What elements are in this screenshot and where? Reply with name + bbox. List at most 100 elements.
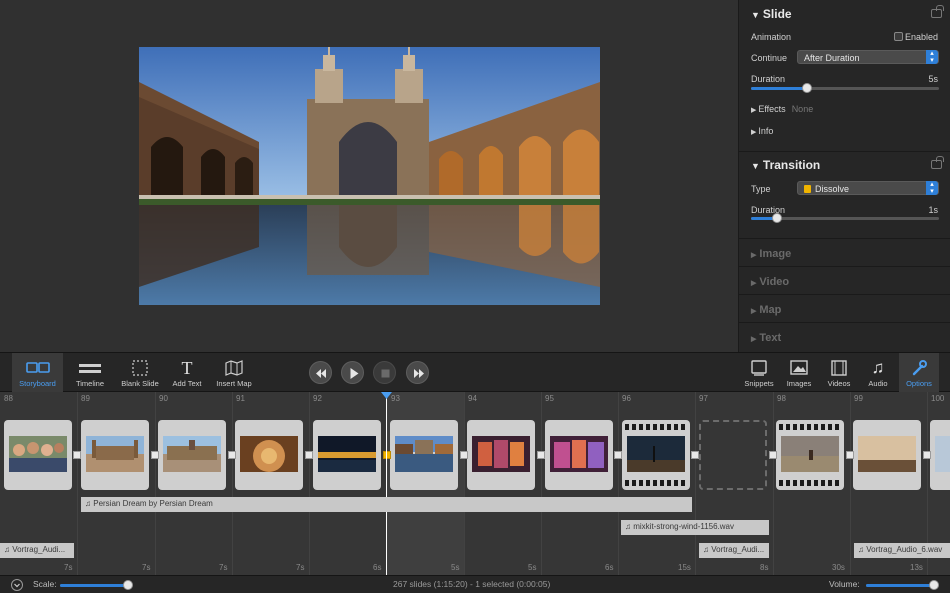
stop-button[interactable] bbox=[373, 361, 396, 384]
tick-line bbox=[773, 392, 774, 575]
disclosure-right-icon: ▶ bbox=[751, 252, 757, 259]
audio-button[interactable]: ♫ Audio bbox=[860, 353, 896, 392]
slide-99[interactable] bbox=[853, 420, 921, 490]
audio-track-vortrag[interactable]: ♫ Vortrag_Audio_6.wav bbox=[854, 543, 950, 558]
storyboard-timeline[interactable]: 88 89 90 91 92 93 94 95 96 97 98 99 100 bbox=[0, 392, 950, 575]
transition-type-value: Dissolve bbox=[815, 184, 850, 194]
timeline-button[interactable]: Timeline bbox=[68, 353, 112, 392]
storyboard-button[interactable]: Storyboard bbox=[12, 353, 63, 392]
transition-marker[interactable] bbox=[537, 451, 545, 459]
slide-94[interactable] bbox=[467, 420, 535, 490]
audio-track-vortrag[interactable]: ♫ Vortrag_Audi... bbox=[699, 543, 769, 558]
timeline-icon bbox=[79, 364, 101, 373]
transition-type-popup[interactable]: Dissolve ▴ ▾ bbox=[797, 181, 939, 195]
scale-slider-knob[interactable] bbox=[123, 580, 133, 590]
transition-marker[interactable] bbox=[846, 451, 854, 459]
slide-duration-value: 5s bbox=[928, 74, 938, 84]
ruler-number: 99 bbox=[854, 394, 863, 403]
slide-duration-label: 6s bbox=[373, 563, 382, 572]
transition-marker[interactable] bbox=[305, 451, 313, 459]
transition-marker[interactable] bbox=[691, 451, 699, 459]
options-button[interactable]: Options bbox=[899, 353, 939, 392]
slide-92[interactable] bbox=[313, 420, 381, 490]
slide-duration-slider[interactable] bbox=[751, 83, 939, 93]
enabled-checkbox[interactable] bbox=[894, 32, 903, 41]
snippets-button[interactable]: Snippets bbox=[740, 353, 778, 392]
scale-slider[interactable] bbox=[60, 580, 133, 590]
audio-track-main[interactable]: ♫ Persian Dream by Persian Dream bbox=[81, 497, 692, 512]
transition-marker[interactable] bbox=[228, 451, 236, 459]
status-bar: Scale: 267 slides (1:15:20) - 1 selected… bbox=[0, 575, 950, 593]
slide-section-header[interactable]: ▼ Slide bbox=[751, 7, 792, 21]
slide-97-blank[interactable] bbox=[699, 420, 767, 490]
slide-duration-label: 30s bbox=[832, 563, 845, 572]
fast-forward-button[interactable] bbox=[406, 361, 429, 384]
slide-93-selected[interactable] bbox=[390, 420, 458, 490]
image-section-title: Image bbox=[759, 248, 792, 260]
add-text-button[interactable]: T Add Text bbox=[168, 353, 206, 392]
insert-map-button[interactable]: Insert Map bbox=[212, 353, 256, 392]
transition-marker[interactable] bbox=[460, 451, 468, 459]
transition-duration-knob[interactable] bbox=[772, 213, 782, 223]
scale-slider-fill bbox=[60, 584, 128, 587]
image-section[interactable]: ▶ Image bbox=[739, 238, 950, 266]
scale-label: Scale: bbox=[33, 579, 57, 589]
video-section[interactable]: ▶ Video bbox=[739, 266, 950, 294]
slide-90[interactable] bbox=[158, 420, 226, 490]
transition-marker-selected[interactable] bbox=[383, 451, 391, 459]
dissolve-icon bbox=[804, 185, 811, 193]
slide-duration-knob[interactable] bbox=[802, 83, 812, 93]
app-window: ▼ Slide Animation Enabled Continue After … bbox=[0, 0, 950, 593]
play-button[interactable] bbox=[341, 361, 364, 384]
slide-100[interactable] bbox=[930, 420, 950, 490]
tick-line bbox=[541, 392, 542, 575]
videos-button[interactable]: Videos bbox=[820, 353, 858, 392]
add-text-label: Add Text bbox=[172, 379, 202, 388]
transition-marker[interactable] bbox=[73, 451, 81, 459]
info-item[interactable]: ▶ Info bbox=[751, 126, 773, 136]
ruler-number: 97 bbox=[699, 394, 708, 403]
continue-popup[interactable]: After Duration ▴ ▾ bbox=[797, 50, 939, 64]
preview-image bbox=[139, 47, 600, 305]
lock-icon[interactable] bbox=[931, 156, 944, 169]
music-note-icon: ♫ bbox=[703, 545, 712, 554]
disclosure-right-icon: ▶ bbox=[751, 308, 757, 315]
tick-line bbox=[77, 392, 78, 575]
ruler-number: 92 bbox=[313, 394, 322, 403]
slide-89[interactable] bbox=[81, 420, 149, 490]
blank-slide-label: Blank Slide bbox=[121, 379, 159, 388]
type-label: Type bbox=[751, 184, 771, 194]
fast-forward-icon bbox=[414, 369, 424, 378]
collapse-chevron-icon[interactable] bbox=[11, 579, 23, 591]
transition-marker[interactable] bbox=[923, 451, 931, 459]
ruler-number: 98 bbox=[777, 394, 786, 403]
transition-section-header[interactable]: ▼ Transition bbox=[751, 158, 820, 172]
blank-slide-button[interactable]: Blank Slide bbox=[116, 353, 164, 392]
slide-91[interactable] bbox=[235, 420, 303, 490]
rewind-button[interactable] bbox=[309, 361, 332, 384]
images-button[interactable]: Images bbox=[780, 353, 818, 392]
slide-thumbnail bbox=[395, 436, 453, 472]
transition-marker[interactable] bbox=[614, 451, 622, 459]
audio-track-vortrag[interactable]: ♫ Vortrag_Audi... bbox=[0, 543, 74, 558]
audio-track-wind[interactable]: ♫ mixkit-strong-wind-1156.wav bbox=[621, 520, 769, 535]
map-section[interactable]: ▶ Map bbox=[739, 294, 950, 322]
slide-98-video[interactable] bbox=[776, 420, 844, 490]
slide-95[interactable] bbox=[545, 420, 613, 490]
volume-slider[interactable] bbox=[866, 580, 939, 590]
transition-marker[interactable] bbox=[151, 451, 159, 459]
divider bbox=[739, 151, 950, 152]
text-section[interactable]: ▶ Text bbox=[739, 322, 950, 350]
transition-marker[interactable] bbox=[769, 451, 777, 459]
playhead-line[interactable] bbox=[386, 392, 387, 575]
playhead-handle-icon[interactable] bbox=[381, 392, 392, 400]
slide-96-video[interactable] bbox=[622, 420, 690, 490]
transition-duration-slider[interactable] bbox=[751, 213, 939, 223]
slide-88[interactable] bbox=[4, 420, 72, 490]
effects-item[interactable]: ▶ Effects None bbox=[751, 104, 813, 114]
text-icon: T bbox=[181, 358, 193, 378]
volume-slider-knob[interactable] bbox=[929, 580, 939, 590]
slide-duration-label: 13s bbox=[910, 563, 923, 572]
map-section-title: Map bbox=[759, 304, 782, 316]
lock-icon[interactable] bbox=[931, 5, 944, 18]
